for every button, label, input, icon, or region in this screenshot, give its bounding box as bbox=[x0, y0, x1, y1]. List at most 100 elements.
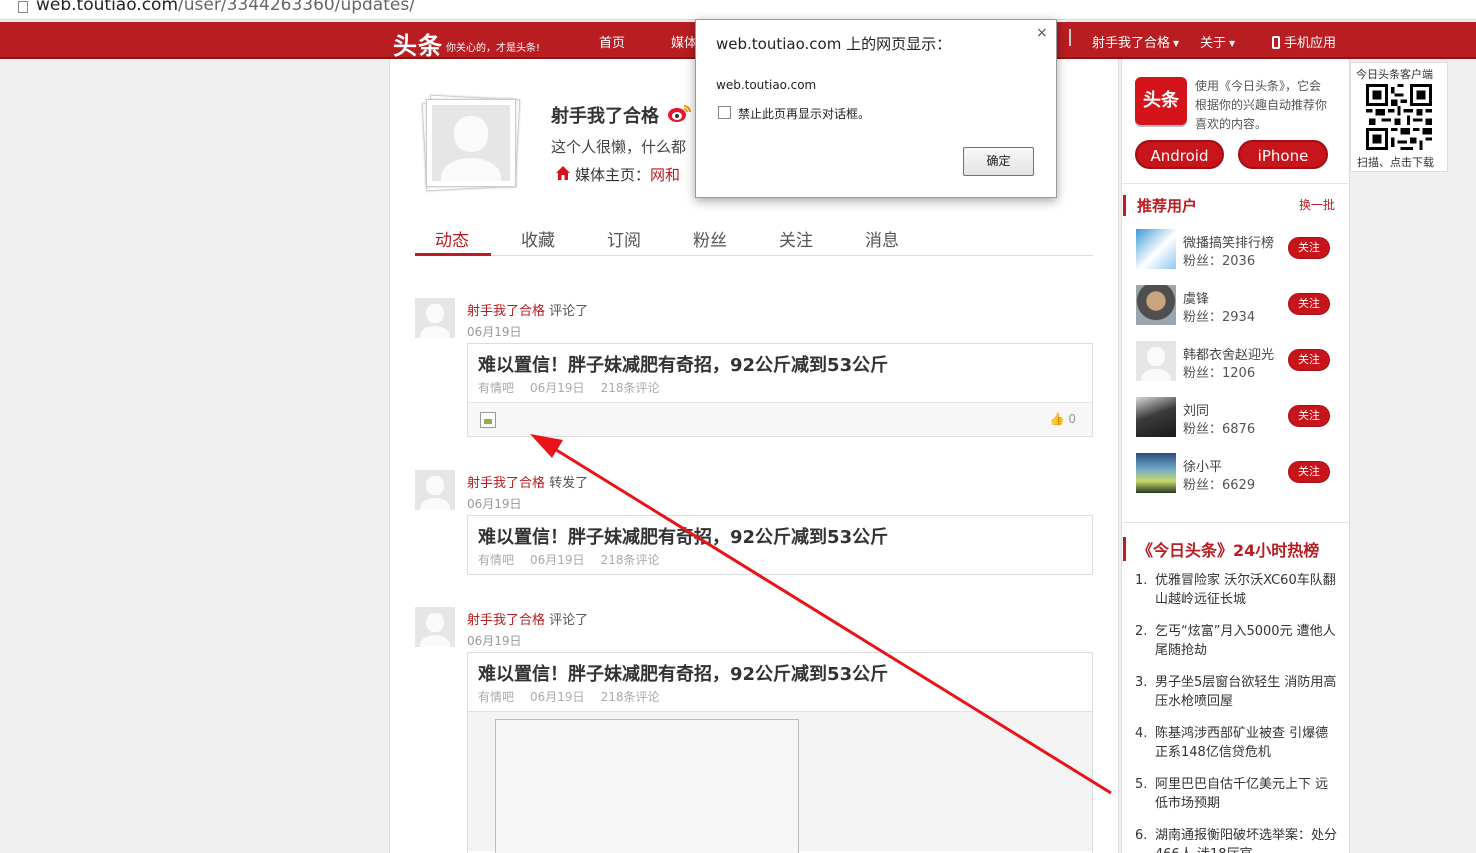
divider bbox=[1123, 183, 1348, 184]
ok-button[interactable]: 确定 bbox=[963, 147, 1034, 176]
feed-avatar[interactable] bbox=[415, 298, 455, 338]
article-card[interactable]: 难以置信！胖子妹减肥有奇招，92公斤减到53公斤 有情吧 06月19日 218条评论 bbox=[467, 515, 1093, 575]
app-description: 使用《今日头条》，它会根据你的兴趣自动推荐你喜欢的内容。 bbox=[1195, 79, 1328, 131]
refresh-recommend-link[interactable]: 换一批 bbox=[1299, 196, 1335, 213]
feed-user-link[interactable]: 射手我了合格 bbox=[467, 476, 545, 491]
suppress-dialog-label[interactable]: 禁止此页再显示对话框。 bbox=[738, 105, 870, 122]
feed-date: 06月19日 bbox=[467, 634, 522, 648]
article-card[interactable]: 难以置信！胖子妹减肥有奇招，92公斤减到53公斤 有情吧 06月19日 218条评论 bbox=[467, 652, 1093, 853]
suppress-dialog-checkbox[interactable] bbox=[718, 106, 731, 119]
tab-following[interactable]: 关注 bbox=[779, 226, 813, 251]
tab-favorites[interactable]: 收藏 bbox=[521, 226, 555, 251]
iphone-download-button[interactable]: iPhone bbox=[1238, 140, 1328, 169]
hot-list-item[interactable]: 1. 优雅冒险家 沃尔沃XC60车队翻山越岭远征长城 bbox=[1135, 571, 1340, 609]
recommend-user-name[interactable]: 微播搞笑排行榜 bbox=[1183, 232, 1274, 251]
follow-button[interactable]: 关注 bbox=[1288, 293, 1330, 315]
profile-name: 射手我了合格 bbox=[551, 106, 659, 127]
feed-header: 射手我了合格 转发了 bbox=[467, 476, 589, 491]
tab-active-indicator bbox=[415, 253, 491, 256]
feed-date: 06月19日 bbox=[467, 325, 522, 339]
hot-list-item[interactable]: 3. 男子坐5层窗台欲轻生 消防用高压水枪喷回屋 bbox=[1135, 673, 1340, 711]
feed-user-link[interactable]: 射手我了合格 bbox=[467, 304, 545, 319]
like-button[interactable]: 👍 0 bbox=[1050, 412, 1076, 426]
hot-list-title: 《今日头条》24小时热榜 bbox=[1123, 537, 1319, 561]
media-home-link[interactable]: 网和 bbox=[650, 166, 680, 184]
article-title[interactable]: 难以置信！胖子妹减肥有奇招，92公斤减到53公斤 bbox=[478, 660, 888, 686]
follow-button[interactable]: 关注 bbox=[1288, 237, 1330, 259]
profile-tabs: 动态 收藏 订阅 粉丝 关注 消息 bbox=[415, 226, 1093, 256]
alert-dialog: web.toutiao.com 上的网页显示： × web.toutiao.co… bbox=[695, 19, 1057, 198]
nav-media[interactable]: 媒体 bbox=[671, 32, 697, 51]
chevron-down-icon: ▼ bbox=[1229, 39, 1236, 48]
recommend-title: 推荐用户 bbox=[1123, 195, 1197, 216]
tab-updates[interactable]: 动态 bbox=[435, 226, 469, 251]
broken-image-icon bbox=[480, 412, 496, 428]
hot-list-item[interactable]: 2. 乞丐“炫富”月入5000元 遭他人尾随抢劫 bbox=[1135, 622, 1340, 660]
nav-mobile-app[interactable]: 手机应用 bbox=[1272, 32, 1336, 51]
thumbs-up-icon: 👍 bbox=[1049, 412, 1065, 426]
card-footer: 👍 0 bbox=[468, 402, 1092, 436]
browser-address-bar[interactable]: web.toutiao.com/user/3344263360/updates/ bbox=[0, 0, 1476, 20]
feed-date: 06月19日 bbox=[467, 497, 522, 511]
qr-title: 今日头条客户端 bbox=[1356, 68, 1433, 81]
recommend-user-name[interactable]: 刘同 bbox=[1183, 400, 1209, 419]
toutiao-logo[interactable]: 头条 bbox=[393, 26, 443, 61]
toutiao-app-logo[interactable]: 头条 bbox=[1135, 77, 1187, 125]
profile-avatar[interactable] bbox=[421, 94, 521, 192]
hot-list-item[interactable]: 5. 阿里巴巴自估千亿美元上下 远低市场预期 bbox=[1135, 775, 1340, 813]
recommend-user-fans: 粉丝：2934 bbox=[1183, 310, 1256, 325]
slogan: 你关心的，才是头条! bbox=[446, 43, 541, 54]
avatar-image bbox=[432, 105, 510, 181]
recommend-user-fans: 粉丝：1206 bbox=[1183, 366, 1256, 381]
hot-list-item[interactable]: 6.湖南通报衡阳破坏选举案：处分466人 涉18厅官 bbox=[1135, 826, 1340, 853]
follow-button[interactable]: 关注 bbox=[1288, 461, 1330, 483]
article-meta: 有情吧 06月19日 218条评论 bbox=[478, 381, 660, 395]
page-icon bbox=[18, 1, 28, 13]
feed-avatar[interactable] bbox=[415, 470, 455, 510]
recommend-user-name[interactable]: 韩都衣舍赵迎光 bbox=[1183, 344, 1274, 363]
tab-fans[interactable]: 粉丝 bbox=[693, 226, 727, 251]
feed-avatar[interactable] bbox=[415, 607, 455, 647]
dialog-title: web.toutiao.com 上的网页显示： bbox=[716, 35, 952, 53]
nav-user-avatar[interactable] bbox=[1069, 29, 1071, 46]
image-placeholder[interactable] bbox=[495, 719, 799, 853]
home-icon bbox=[556, 166, 570, 180]
media-home: 媒体主页：网和 bbox=[575, 166, 681, 184]
article-card[interactable]: 难以置信！胖子妹减肥有奇招，92公斤减到53公斤 有情吧 06月19日 218条评论… bbox=[467, 343, 1093, 437]
qr-code-icon[interactable] bbox=[1366, 84, 1432, 150]
feed-header: 射手我了合格 评论了 bbox=[467, 613, 589, 628]
feed-header: 射手我了合格 评论了 bbox=[467, 304, 589, 319]
article-title[interactable]: 难以置信！胖子妹减肥有奇招，92公斤减到53公斤 bbox=[478, 351, 888, 377]
recommend-user-name[interactable]: 虞锋 bbox=[1183, 288, 1209, 307]
dialog-message: web.toutiao.com bbox=[716, 78, 817, 92]
avatar-front-card bbox=[426, 99, 516, 187]
tab-messages[interactable]: 消息 bbox=[865, 226, 899, 251]
card-media-area bbox=[468, 711, 1092, 853]
nav-about-menu[interactable]: 关于 ▼ bbox=[1200, 32, 1235, 51]
close-icon[interactable]: × bbox=[1036, 25, 1048, 41]
recommend-avatar[interactable] bbox=[1136, 397, 1176, 437]
feed-user-link[interactable]: 射手我了合格 bbox=[467, 613, 545, 628]
article-title[interactable]: 难以置信！胖子妹减肥有奇招，92公斤减到53公斤 bbox=[478, 523, 888, 549]
nav-home[interactable]: 首页 bbox=[599, 32, 625, 51]
recommend-avatar[interactable] bbox=[1136, 229, 1176, 269]
weibo-icon[interactable] bbox=[667, 103, 691, 123]
url-text[interactable]: web.toutiao.com/user/3344263360/updates/ bbox=[36, 0, 415, 15]
nav-user-menu[interactable]: 射手我了合格 ▼ bbox=[1092, 32, 1179, 51]
recommend-avatar[interactable] bbox=[1136, 341, 1176, 381]
article-meta: 有情吧 06月19日 218条评论 bbox=[478, 553, 660, 567]
recommend-user-name[interactable]: 徐小平 bbox=[1183, 456, 1222, 475]
recommend-user-fans: 粉丝：6876 bbox=[1183, 422, 1256, 437]
hot-list-item[interactable]: 4. 陈基鸿涉西部矿业被查 引爆德正系148亿信贷危机 bbox=[1135, 724, 1340, 762]
tab-subscriptions[interactable]: 订阅 bbox=[607, 226, 641, 251]
recommend-avatar[interactable] bbox=[1136, 285, 1176, 325]
divider bbox=[1123, 522, 1348, 523]
android-download-button[interactable]: Android bbox=[1135, 140, 1224, 169]
recommend-avatar[interactable] bbox=[1136, 453, 1176, 493]
article-meta: 有情吧 06月19日 218条评论 bbox=[478, 690, 660, 704]
follow-button[interactable]: 关注 bbox=[1288, 349, 1330, 371]
profile-description: 这个人很懒，什么都 bbox=[551, 138, 687, 156]
recommend-user-fans: 粉丝：6629 bbox=[1183, 478, 1256, 493]
qr-caption: 扫描、点击下载 bbox=[1357, 156, 1434, 169]
follow-button[interactable]: 关注 bbox=[1288, 405, 1330, 427]
